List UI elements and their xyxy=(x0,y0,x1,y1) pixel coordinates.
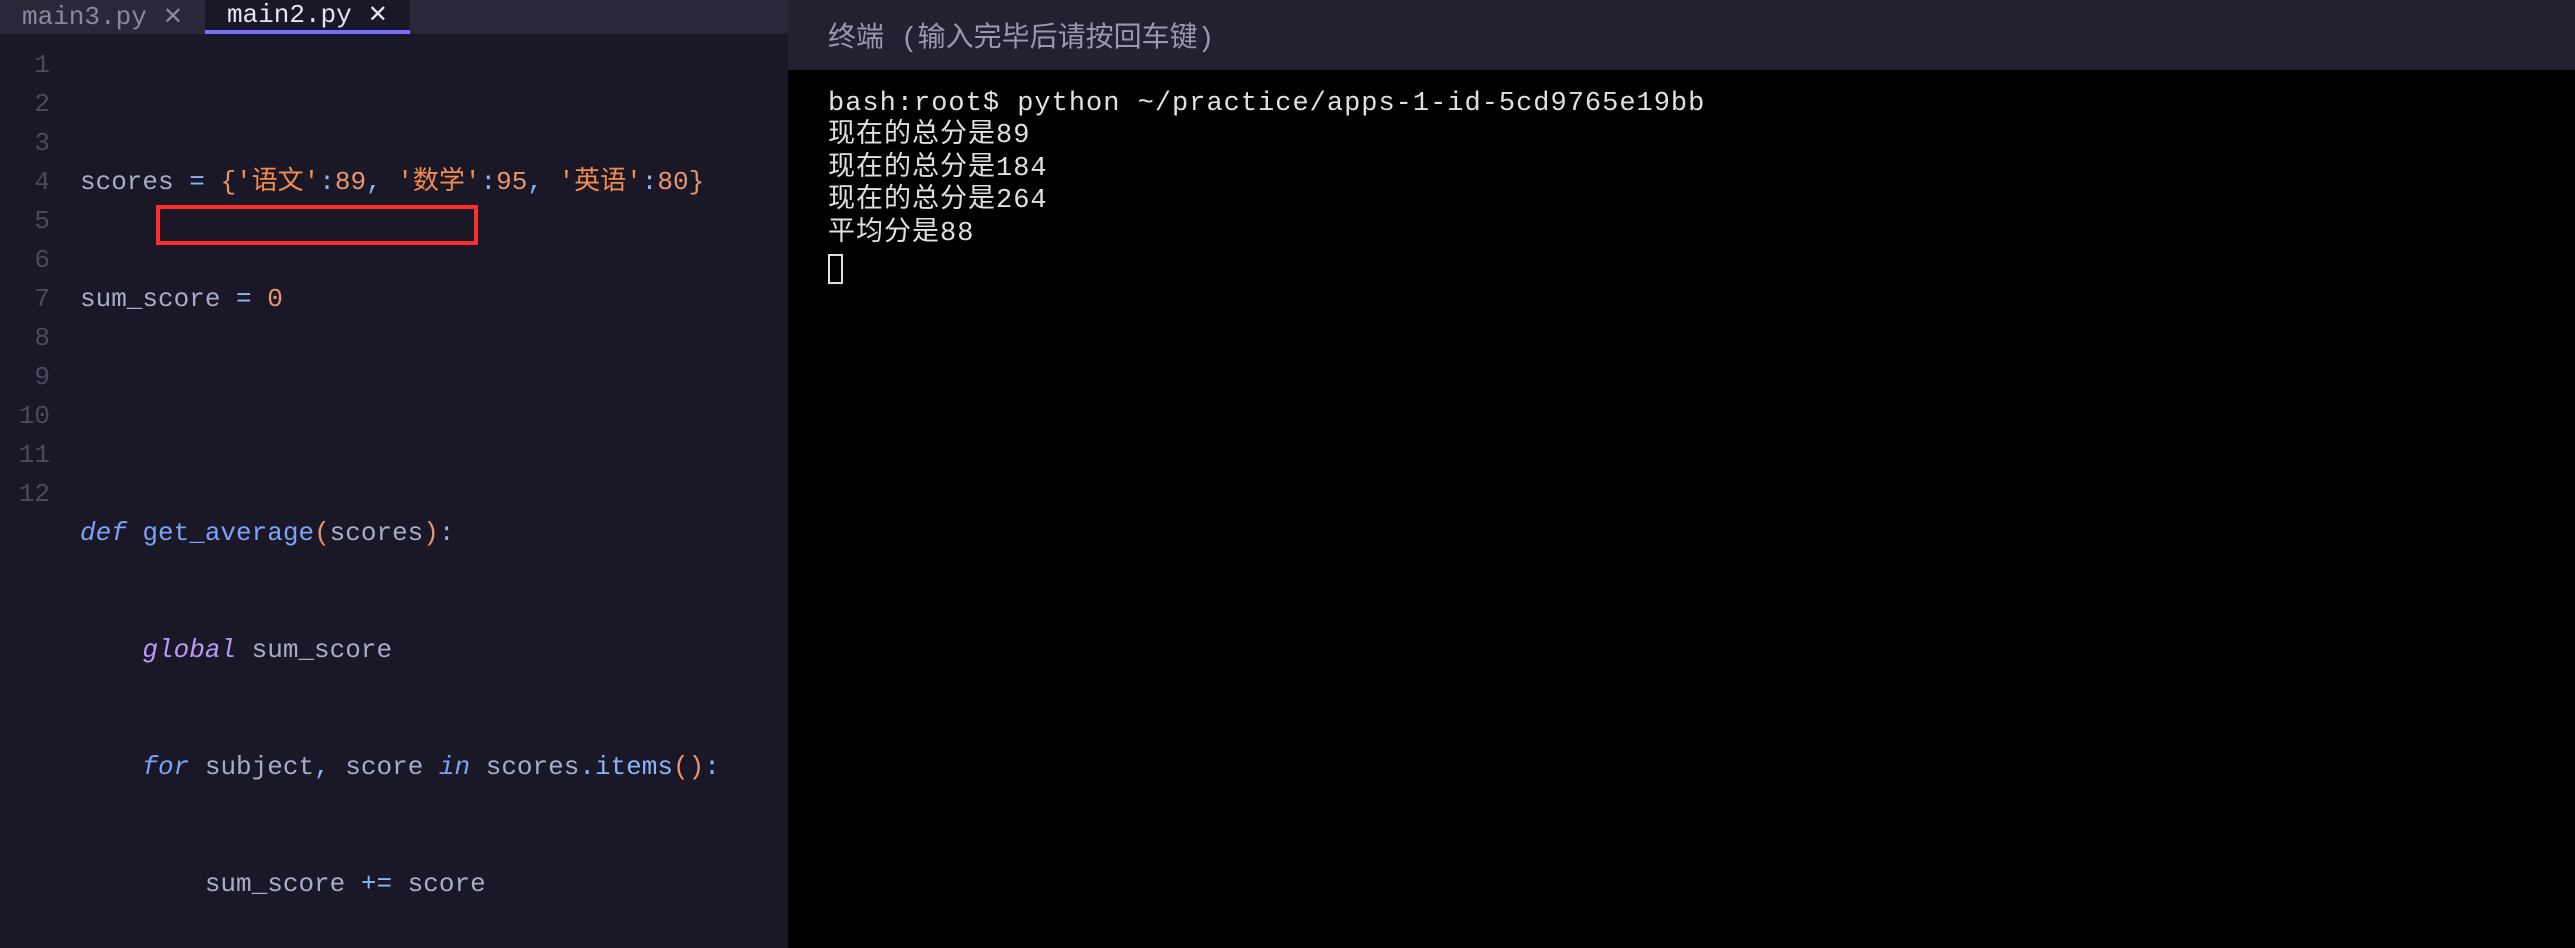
code-content[interactable]: scores = {'语文':89, '数学':95, '英语':80} sum… xyxy=(60,46,788,948)
close-icon[interactable]: ✕ xyxy=(368,0,388,30)
terminal-pane: 终端 (输入完毕后请按回车键) bash:root$ python ~/prac… xyxy=(788,0,2575,948)
line-number: 9 xyxy=(0,358,50,397)
code-line[interactable] xyxy=(60,397,788,436)
line-number: 4 xyxy=(0,163,50,202)
tab-bar: main3.py ✕ main2.py ✕ xyxy=(0,0,788,34)
code-line[interactable]: scores = {'语文':89, '数学':95, '英语':80} xyxy=(60,163,788,202)
close-icon[interactable]: ✕ xyxy=(163,2,183,32)
line-number: 3 xyxy=(0,124,50,163)
terminal-line: bash:root$ python ~/practice/apps-1-id-5… xyxy=(828,89,1705,119)
workspace: main3.py ✕ main2.py ✕ 1 2 3 4 5 6 7 8 9 … xyxy=(0,0,2575,948)
code-line[interactable]: for subject, score in scores.items(): xyxy=(60,748,788,787)
code-line[interactable]: sum_score += score xyxy=(60,865,788,904)
line-number: 11 xyxy=(0,436,50,475)
line-number: 7 xyxy=(0,280,50,319)
line-number: 6 xyxy=(0,241,50,280)
line-number: 1 xyxy=(0,46,50,85)
code-line[interactable]: sum_score = 0 xyxy=(60,280,788,319)
line-number: 5 xyxy=(0,202,50,241)
terminal-title: 终端 (输入完毕后请按回车键) xyxy=(788,0,2575,70)
terminal-cursor xyxy=(828,254,843,284)
terminal-line: 现在的总分是184 xyxy=(828,154,1048,184)
tab-label: main3.py xyxy=(22,2,147,32)
line-number-gutter: 1 2 3 4 5 6 7 8 9 10 11 12 xyxy=(0,46,60,948)
line-number: 10 xyxy=(0,397,50,436)
code-line[interactable]: global sum_score xyxy=(60,631,788,670)
editor-pane: main3.py ✕ main2.py ✕ 1 2 3 4 5 6 7 8 9 … xyxy=(0,0,788,948)
code-area[interactable]: 1 2 3 4 5 6 7 8 9 10 11 12 scores = {'语文… xyxy=(0,34,788,948)
tab-main3[interactable]: main3.py ✕ xyxy=(0,0,205,34)
tab-main2[interactable]: main2.py ✕ xyxy=(205,0,410,34)
terminal-line: 平均分是88 xyxy=(828,219,974,249)
line-number: 2 xyxy=(0,85,50,124)
line-number: 12 xyxy=(0,475,50,514)
tab-label: main2.py xyxy=(227,0,352,30)
terminal-line: 现在的总分是89 xyxy=(828,121,1030,151)
line-number: 8 xyxy=(0,319,50,358)
code-line[interactable]: def get_average(scores): xyxy=(60,514,788,553)
terminal-body[interactable]: bash:root$ python ~/practice/apps-1-id-5… xyxy=(788,70,2575,948)
terminal-line: 现在的总分是264 xyxy=(828,186,1048,216)
highlight-annotation xyxy=(156,205,478,245)
